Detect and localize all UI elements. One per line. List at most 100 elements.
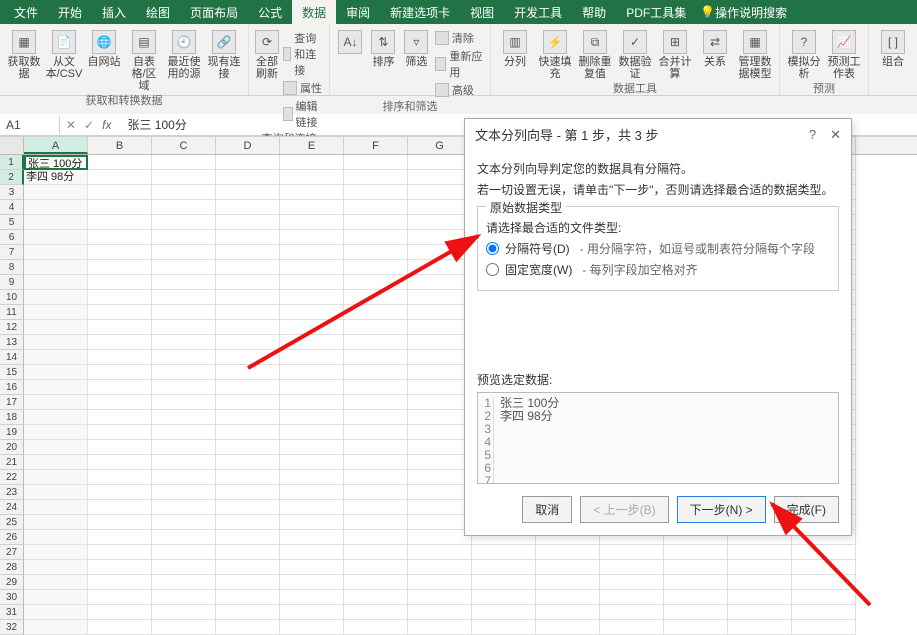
cell[interactable] — [408, 485, 472, 500]
cell[interactable] — [344, 290, 408, 305]
col-header-B[interactable]: B — [88, 137, 152, 154]
cell[interactable] — [536, 545, 600, 560]
cell[interactable] — [408, 230, 472, 245]
cell[interactable] — [24, 440, 88, 455]
cell[interactable] — [280, 500, 344, 515]
finish-button[interactable]: 完成(F) — [774, 496, 839, 523]
cell[interactable]: 李四 98分 — [24, 170, 88, 185]
cell[interactable] — [216, 365, 280, 380]
row-header[interactable]: 15 — [0, 365, 24, 380]
cell[interactable] — [344, 440, 408, 455]
cell[interactable] — [280, 320, 344, 335]
next-button[interactable]: 下一步(N) > — [677, 496, 766, 523]
cell[interactable] — [280, 350, 344, 365]
cell[interactable] — [88, 185, 152, 200]
cell[interactable] — [152, 215, 216, 230]
cell[interactable] — [408, 320, 472, 335]
cell[interactable] — [536, 590, 600, 605]
btn-flash-fill[interactable]: ⚡快速填充 — [537, 30, 573, 80]
cell[interactable] — [152, 245, 216, 260]
cell[interactable] — [344, 455, 408, 470]
btn-from-table[interactable]: ▤自表格/区域 — [126, 30, 162, 92]
cell[interactable] — [152, 410, 216, 425]
cell[interactable] — [216, 245, 280, 260]
cell[interactable] — [152, 230, 216, 245]
cell[interactable] — [344, 350, 408, 365]
cell[interactable] — [280, 515, 344, 530]
cell[interactable] — [152, 560, 216, 575]
cell[interactable] — [792, 575, 856, 590]
cell[interactable] — [216, 395, 280, 410]
cell[interactable] — [24, 260, 88, 275]
cell[interactable] — [152, 260, 216, 275]
cell[interactable] — [24, 395, 88, 410]
cell[interactable] — [152, 455, 216, 470]
cell[interactable] — [408, 215, 472, 230]
cell[interactable] — [152, 575, 216, 590]
cell[interactable] — [280, 200, 344, 215]
cell[interactable] — [216, 455, 280, 470]
btn-relationships[interactable]: ⇄关系 — [697, 30, 733, 68]
cell[interactable] — [728, 605, 792, 620]
cell[interactable] — [536, 605, 600, 620]
cell[interactable] — [152, 620, 216, 635]
cell[interactable]: 张三 100分 — [24, 155, 88, 170]
btn-get-data[interactable]: ▦获取数据 — [6, 30, 42, 80]
cell[interactable] — [88, 380, 152, 395]
row-header[interactable]: 17 — [0, 395, 24, 410]
cell[interactable] — [216, 440, 280, 455]
cell[interactable] — [152, 350, 216, 365]
cell[interactable] — [728, 590, 792, 605]
cell[interactable] — [280, 605, 344, 620]
cell[interactable] — [408, 395, 472, 410]
col-header-E[interactable]: E — [280, 137, 344, 154]
cell[interactable] — [216, 290, 280, 305]
row-header[interactable]: 16 — [0, 380, 24, 395]
btn-reapply[interactable]: 重新应用 — [435, 48, 484, 80]
cell[interactable] — [152, 515, 216, 530]
cell[interactable] — [280, 185, 344, 200]
cell[interactable] — [472, 605, 536, 620]
cell[interactable] — [792, 620, 856, 635]
cell[interactable] — [280, 365, 344, 380]
cell[interactable] — [24, 305, 88, 320]
cell[interactable] — [152, 200, 216, 215]
btn-manage-model[interactable]: ▦管理数据模型 — [737, 30, 773, 80]
cell[interactable] — [152, 425, 216, 440]
row-header[interactable]: 30 — [0, 590, 24, 605]
cell[interactable] — [88, 275, 152, 290]
cell[interactable] — [152, 485, 216, 500]
cell[interactable] — [344, 215, 408, 230]
cell[interactable] — [152, 275, 216, 290]
enter-icon[interactable]: ✓ — [84, 118, 94, 132]
menu-view[interactable]: 视图 — [460, 0, 504, 24]
cell[interactable] — [280, 290, 344, 305]
cell[interactable] — [344, 485, 408, 500]
btn-from-web[interactable]: 🌐自网站 — [86, 30, 122, 68]
cell[interactable] — [408, 500, 472, 515]
cell[interactable] — [88, 335, 152, 350]
cell[interactable] — [280, 245, 344, 260]
col-header-G[interactable]: G — [408, 137, 472, 154]
cell[interactable] — [152, 185, 216, 200]
menu-pdf[interactable]: PDF工具集 — [616, 0, 696, 24]
col-header-C[interactable]: C — [152, 137, 216, 154]
cell[interactable] — [600, 545, 664, 560]
cell[interactable] — [408, 155, 472, 170]
cell[interactable] — [344, 620, 408, 635]
cell[interactable] — [152, 440, 216, 455]
menu-review[interactable]: 审阅 — [336, 0, 380, 24]
btn-filter[interactable]: ▿筛选 — [402, 30, 431, 68]
btn-consolidate[interactable]: ⊞合并计算 — [657, 30, 693, 80]
cell[interactable] — [408, 350, 472, 365]
cell[interactable] — [344, 575, 408, 590]
cell[interactable] — [88, 410, 152, 425]
cell[interactable] — [280, 560, 344, 575]
cell[interactable] — [408, 470, 472, 485]
cancel-button[interactable]: 取消 — [522, 496, 572, 523]
cell[interactable] — [408, 260, 472, 275]
cell[interactable] — [280, 260, 344, 275]
cell[interactable] — [216, 155, 280, 170]
cell[interactable] — [344, 395, 408, 410]
row-header[interactable]: 3 — [0, 185, 24, 200]
